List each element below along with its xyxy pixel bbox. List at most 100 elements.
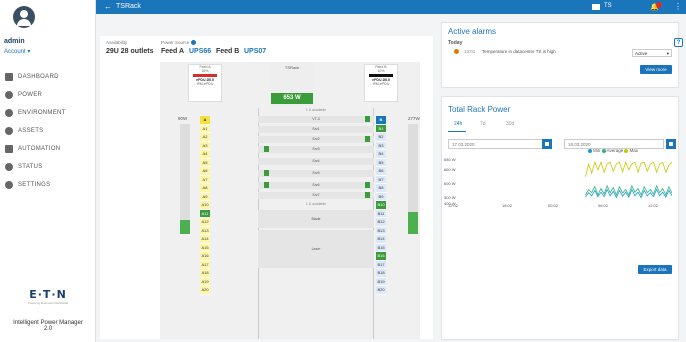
rack-device[interactable]: VT-3 [258, 116, 374, 123]
rack-device[interactable]: Srv1 [258, 126, 374, 133]
outlet-cell[interactable]: B17 [376, 260, 386, 269]
sidebar: admin Account ▾ DASHBOARD POWER ENVIRONM… [0, 0, 96, 342]
outlet-cell[interactable]: B14 [376, 235, 386, 244]
outlet-cell[interactable]: A7 [200, 175, 210, 184]
date-from-input[interactable]: 17.03.2020 [448, 139, 548, 149]
outlet-cell[interactable]: A15 [200, 243, 210, 252]
outlet-cell[interactable]: A3 [200, 141, 210, 150]
outlet-cell[interactable]: A9 [200, 192, 210, 201]
sidebar-item-dashboard[interactable]: DASHBOARD [0, 68, 96, 86]
column-a-header: A [200, 116, 210, 125]
eaton-logo: E·T·N Powering Business Worldwide [22, 288, 74, 305]
help-icon[interactable]: ? [674, 38, 683, 47]
rack-power-badge: 653 W [271, 93, 313, 104]
outlet-cell[interactable]: B7 [376, 175, 386, 184]
product-version: 2.0 [43, 326, 53, 332]
outlet-cell[interactable]: B5 [376, 158, 386, 167]
tab-30d[interactable]: 30d [506, 121, 514, 127]
sidebar-item-assets[interactable]: ASSETS [0, 122, 96, 140]
outlet-cell[interactable]: A1 [200, 124, 210, 133]
product-name: Intelligent Power Manager 2.0 [0, 320, 96, 332]
sidebar-item-automation[interactable]: AUTOMATION [0, 140, 96, 158]
alarm-filter-select[interactable]: Active ▾ [632, 49, 672, 57]
outlet-cell[interactable]: A2 [200, 133, 210, 142]
rack-device[interactable]: Srv5 [258, 170, 374, 177]
outlet-cell[interactable]: B8 [376, 184, 386, 193]
rack-device[interactable]: Srv7 [258, 192, 374, 199]
sidebar-item-label: DASHBOARD [18, 74, 59, 80]
feed-b-ups-link[interactable]: UPS07 [244, 48, 266, 55]
back-arrow-icon[interactable]: ← [104, 2, 112, 11]
outlet-cell[interactable]: A8 [200, 184, 210, 193]
pdu-b-card[interactable]: Feed B 10% ePDU.2B.5 IPM-ePDU [364, 64, 398, 102]
outlet-cell[interactable]: A10 [200, 201, 210, 210]
tab-7d[interactable]: 7d [480, 121, 486, 127]
account-menu[interactable]: Account ▾ [4, 48, 30, 55]
outlet-cell[interactable]: B16 [376, 252, 386, 261]
calendar-from-icon[interactable] [542, 139, 552, 149]
outlet-cell[interactable]: A5 [200, 158, 210, 167]
outlet-cell[interactable]: B4 [376, 150, 386, 159]
more-menu-icon[interactable]: ⋮ [674, 2, 682, 11]
rack-device[interactable]: Srv3 [258, 146, 374, 153]
outlet-cell[interactable]: B18 [376, 269, 386, 278]
sidebar-item-power[interactable]: POWER [0, 86, 96, 104]
outlet-cell[interactable]: A11 [200, 209, 210, 218]
outlet-cell[interactable]: B12 [376, 218, 386, 227]
feed-a-ups-link[interactable]: UPS66 [189, 48, 211, 55]
export-data-button[interactable]: Export data [638, 265, 672, 274]
alarms-card: Active alarms Today 13:01 Temperature in… [441, 22, 679, 88]
outlet-cell[interactable]: A14 [200, 235, 210, 244]
user-name: admin [4, 38, 25, 45]
outlet-cell[interactable]: B9 [376, 192, 386, 201]
y-tick-label: 680 W [444, 157, 456, 162]
rack-device[interactable]: Srv4 [258, 158, 374, 165]
outlet-cell[interactable]: B13 [376, 226, 386, 235]
dashboard-icon [5, 73, 13, 81]
pdu-a-card[interactable]: Feed A 15% ePDU.2B.5 IPM-ePDU [188, 64, 222, 102]
sidebar-item-status[interactable]: STATUS [0, 158, 96, 176]
alarm-message[interactable]: Temperature in datacenter TS is high [482, 49, 556, 54]
page-title: TSRack [116, 3, 141, 10]
info-icon[interactable] [190, 40, 196, 46]
outlet-cell[interactable]: B15 [376, 243, 386, 252]
outlet-cell[interactable]: B10 [376, 201, 386, 210]
outlet-cell[interactable]: A20 [200, 286, 210, 295]
sidebar-item-environment[interactable]: ENVIRONMENT [0, 104, 96, 122]
outlet-cell[interactable]: B19 [376, 277, 386, 286]
y-tick-label: 660 W [444, 167, 456, 172]
view-more-button[interactable]: View more [640, 65, 672, 74]
pdu-a-percent: 15% [201, 69, 209, 73]
rack-device[interactable]: Srv2 [258, 136, 374, 143]
outlet-cell[interactable]: B2 [376, 133, 386, 142]
rack-device[interactable]: Laser [258, 230, 374, 268]
outlet-cell[interactable]: B1 [376, 124, 386, 133]
outlet-cell[interactable]: B11 [376, 209, 386, 218]
outlet-cell[interactable]: A13 [200, 226, 210, 235]
legend-max-label: Max [629, 148, 638, 153]
notification-badge [656, 2, 662, 8]
outlet-cell[interactable]: B20 [376, 286, 386, 295]
outlet-cell[interactable]: B3 [376, 141, 386, 150]
avatar[interactable] [13, 6, 35, 28]
outlet-cell[interactable]: A6 [200, 167, 210, 176]
outlet-cell[interactable]: A19 [200, 277, 210, 286]
sidebar-item-settings[interactable]: SETTINGS [0, 176, 96, 194]
outlet-cell[interactable]: A17 [200, 260, 210, 269]
outlet-cell[interactable]: B6 [376, 167, 386, 176]
outlet-cell[interactable]: A18 [200, 269, 210, 278]
outlet-cell[interactable]: A12 [200, 218, 210, 227]
nav-menu: DASHBOARD POWER ENVIRONMENT ASSETS AUTOM… [0, 68, 96, 194]
rack-device[interactable]: Blade [258, 210, 374, 228]
outlet-cell[interactable]: A4 [200, 150, 210, 159]
outlet-cell[interactable]: A16 [200, 252, 210, 261]
legend-min-swatch [588, 148, 592, 153]
rack-device[interactable]: Srv6 [258, 182, 374, 189]
calendar-to-icon[interactable] [666, 139, 676, 149]
legend-min-label: Min [593, 148, 601, 153]
outlet-on-indicator [264, 170, 269, 176]
sidebar-item-label: SETTINGS [18, 182, 51, 188]
tab-24h[interactable]: 24h [454, 121, 462, 127]
power-source-text: Power Source [161, 40, 190, 45]
site-selector[interactable]: TS [604, 3, 612, 9]
